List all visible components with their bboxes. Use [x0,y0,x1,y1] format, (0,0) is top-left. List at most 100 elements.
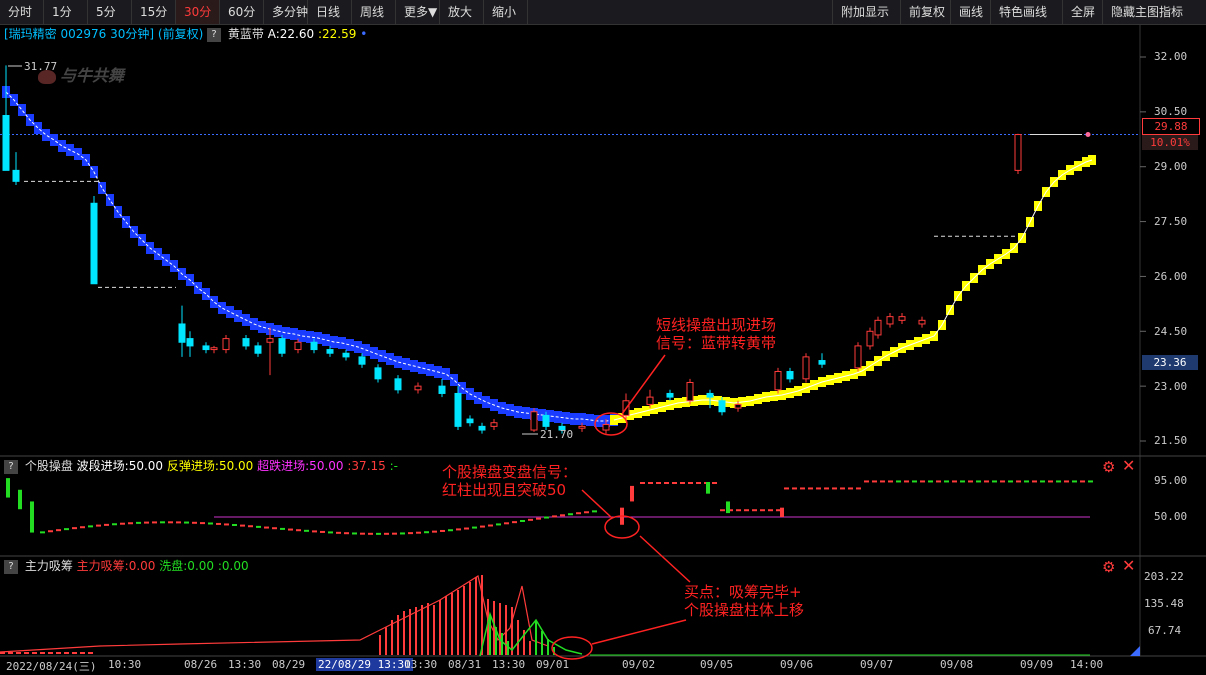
up-candle [646,396,654,405]
scroll-corner-icon[interactable] [1130,646,1140,656]
oscillator-dot [488,524,493,527]
oscillator-dot [592,510,597,513]
panel3-help-button[interactable]: ? [4,559,18,574]
blue-band-block [42,129,50,141]
blue-band-block [18,104,26,116]
annotation-arrow [639,535,691,583]
down-candle [786,371,794,380]
oscillator-dot [144,521,149,524]
down-candle [454,392,462,427]
oscillator-dot [1048,480,1053,483]
price-axis-label: 32.00 [1154,50,1188,63]
panel2-help-button[interactable]: ? [4,459,18,474]
oscillator-dot [968,480,973,483]
oscillator-dot [768,509,773,512]
oscillator-dot [848,487,853,490]
oscillator-dot [1024,480,1029,483]
down-candle [374,367,382,380]
date-label: 09/06 [780,658,814,671]
oscillator-dot [360,532,365,535]
panel3-gear-icon[interactable]: ⚙ [1102,558,1115,576]
oscillator-dot [480,525,485,528]
annotation-arrow [581,489,613,519]
date-label: 14:00 [1070,658,1104,671]
oscillator-dot [136,521,141,524]
oscillator-dot [1056,480,1061,483]
oscillator-dot [656,482,661,484]
annotation-arrow [591,619,687,645]
oscillator-dot [936,480,941,483]
oscillator-dot [800,487,805,490]
oscillator-dot [56,529,61,532]
down-candle [178,323,186,343]
blue-band-block [418,362,426,374]
oscillator-dot [472,526,477,529]
price-axis-label: 30.50 [1154,105,1188,118]
oscillator-dot [424,531,429,534]
oscillator-dot [816,487,821,490]
oscillator-dot [672,482,677,484]
price-axis-label: 29.00 [1154,160,1188,173]
oscillator-dot [1088,480,1093,483]
oscillator-dot [352,532,357,535]
blue-band-block [346,339,354,351]
price-axis-label: 26.00 [1154,270,1188,283]
oscillator-dot [536,517,541,520]
blue-band-block [474,392,482,404]
blue-band-block [50,134,58,146]
accumulation-dot [8,652,13,654]
down-candle [542,414,550,427]
oscillator-dot [736,509,741,512]
oscillator-dot [504,522,509,525]
oscillator-dot [344,532,349,535]
oscillator-dot [72,527,77,530]
down-candle [90,202,98,285]
oscillator-dot [1032,480,1037,483]
oscillator-dot [1040,480,1045,483]
oscillator-dot [128,522,133,525]
oscillator-dot [1072,480,1077,483]
oscillator-dot [584,511,589,514]
date-label: 2022/08/24(三) [6,660,97,673]
oscillator-dot [280,527,285,530]
oscillator-dot [688,482,693,484]
blue-band-block [138,234,146,246]
panel2-oversold-entry: 超跌进场:50.00 [257,459,344,473]
oscillator-dot [960,480,965,483]
panel3-close-icon[interactable]: ✕ [1122,556,1135,575]
oscillator-dot [112,523,117,526]
panel2-value-2: :- [389,459,398,473]
panel2-close-icon[interactable]: ✕ [1122,456,1135,475]
oscillator-dot [256,525,261,528]
blue-band-block [210,296,218,308]
oscillator-dot [1008,480,1013,483]
panel2-axis-label: 50.00 [1154,510,1188,523]
date-label: 13:30 [404,658,438,671]
oscillator-bar [30,501,34,533]
oscillator-dot [104,523,109,526]
oscillator-dot [296,529,301,532]
up-candle [866,330,874,347]
up-candle [774,371,782,391]
oscillator-dot [928,480,933,483]
down-candle [278,338,286,354]
down-candle [12,169,20,182]
panel3-value: :0.00 [217,559,249,573]
panel2-axis-label: 95.00 [1154,474,1188,487]
oscillator-dot [648,482,653,484]
oscillator-dot [320,530,325,533]
panel2-gear-icon[interactable]: ⚙ [1102,458,1115,476]
oscillator-dot [224,523,229,526]
oscillator-dot [464,527,469,530]
oscillator-dot [304,529,309,532]
oscillator-dot [912,480,917,483]
oscillator-dot [192,521,197,524]
down-candle [186,338,194,347]
accumulation-dot [56,652,61,654]
down-candle [2,115,10,171]
panel3-axis-label: 67.74 [1148,624,1182,637]
blue-band-block [258,321,266,333]
up-candle [490,422,498,427]
up-candle [578,425,586,429]
down-candle [242,338,250,347]
